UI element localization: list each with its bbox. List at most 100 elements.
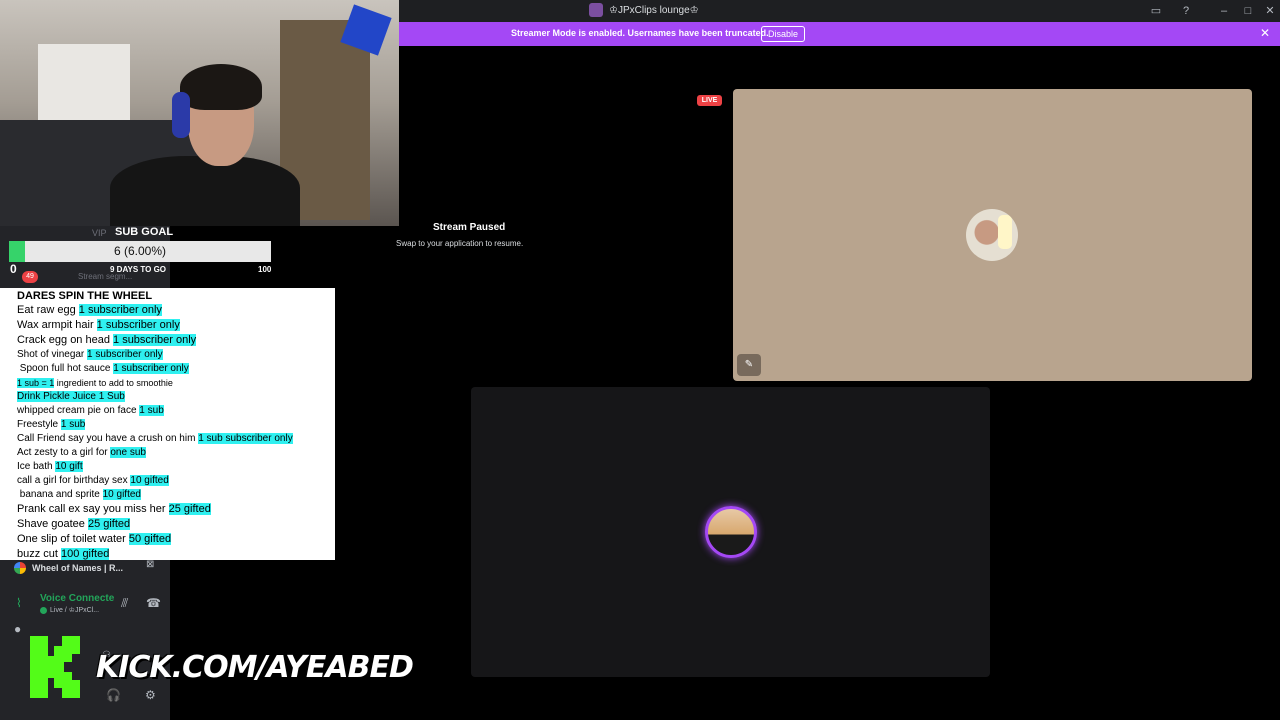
headphones-icon[interactable]: 🎧 <box>106 688 121 702</box>
window-titlebar: ♔JPxClips lounge♔ ▭ ? – □ ✕ <box>399 0 1280 22</box>
inbox-icon[interactable]: ▭ <box>1147 2 1165 20</box>
dare-text: Call Friend say you have a crush on him <box>17 433 199 444</box>
dare-item: Shot of vinegar 1 subscriber only <box>17 348 335 362</box>
stream-paused-subtitle: Swap to your application to resume. <box>396 239 524 248</box>
dare-tag: 1 sub = 1 <box>17 378 55 388</box>
dare-item: Crack egg on head 1 subscriber only <box>17 333 335 348</box>
dare-text: Freestyle <box>17 419 61 430</box>
dare-tag: 25 gifted <box>87 518 131 530</box>
speaking-user-avatar <box>705 506 757 558</box>
dare-text: banana and sprite <box>17 489 103 500</box>
dare-suffix: ingredient to add to smoothie <box>54 378 173 388</box>
dares-list: Eat raw egg 1 subscriber only Wax armpit … <box>17 303 335 562</box>
dare-item: Shave goatee 25 gifted <box>17 517 335 532</box>
webcam-person-hair <box>180 64 262 110</box>
voice-status: Voice Connecte <box>40 593 115 604</box>
dare-text: buzz cut <box>17 548 62 560</box>
dare-text: Act zesty to a girl for <box>17 447 111 458</box>
dare-item: Spoon full hot sauce 1 subscriber only <box>17 362 335 376</box>
mic-icon[interactable]: ✎ <box>737 354 761 376</box>
webcam-person-shirt <box>110 156 300 226</box>
dare-text: Shave goatee <box>17 518 88 530</box>
dare-tag: 1 sub <box>60 419 86 430</box>
dare-item: call a girl for birthday sex 10 gifted <box>17 474 335 488</box>
dare-item: Act zesty to a girl for one sub <box>17 446 335 460</box>
minimize-button[interactable]: – <box>1215 2 1233 20</box>
vip-label: VIP <box>92 228 107 238</box>
sub-goal-end: 100 <box>258 265 272 274</box>
kick-url: KICK.COM/AYEABED <box>96 650 414 685</box>
dare-item: Ice bath 10 gift <box>17 460 335 474</box>
dare-text: One slip of toilet water <box>17 533 129 545</box>
help-icon[interactable]: ? <box>1177 2 1195 20</box>
close-icon[interactable]: ✕ <box>1260 26 1270 40</box>
signal-icon: ⌇ <box>16 596 22 610</box>
dare-tag: 10 gift <box>55 461 83 472</box>
dare-text: Prank call ex say you miss her <box>17 503 169 515</box>
dare-text: Shot of vinegar <box>17 349 88 360</box>
wheel-of-names-tab[interactable]: Wheel of Names | R... <box>14 560 164 576</box>
voice-channel[interactable]: Live / ♔JPxCl... <box>40 606 99 614</box>
dare-tag: 100 gifted <box>61 548 110 560</box>
dare-tag: 50 gifted <box>128 533 172 545</box>
dare-text: call a girl for birthday sex <box>17 475 131 486</box>
dare-item: banana and sprite 10 gifted <box>17 488 335 502</box>
dare-text: Wax armpit hair <box>17 319 97 331</box>
dare-tag: Drink Pickle Juice 1 Sub <box>17 391 125 402</box>
voice-user-tile[interactable] <box>471 387 990 677</box>
sub-goal-start: 0 <box>10 262 17 276</box>
server-icon <box>589 3 603 17</box>
streamer-mode-banner: Streamer Mode is enabled. Usernames have… <box>399 22 1280 46</box>
dare-tag: 10 gifted <box>102 489 141 500</box>
wheel-tab-label: Wheel of Names | R... <box>32 563 124 573</box>
webcam-window <box>38 44 130 124</box>
stream-tile[interactable]: ✎ <box>733 89 1252 381</box>
dare-tag: 1 subscriber only <box>113 334 197 346</box>
voice-channel-label: Live / ♔JPxCl... <box>50 607 100 614</box>
dare-item: Eat raw egg 1 subscriber only <box>17 303 335 318</box>
live-dot <box>40 606 47 614</box>
dare-tag: 1 subscriber only <box>113 363 189 374</box>
streamer-webcam <box>0 0 399 226</box>
gear-icon[interactable]: ⚙ <box>145 688 156 702</box>
dare-tag: 10 gifted <box>130 475 169 486</box>
dare-tag: 1 subscriber only <box>87 349 163 360</box>
stream-segment-label: Stream segm... <box>78 272 133 281</box>
dares-title: DARES SPIN THE WHEEL <box>17 290 153 302</box>
dare-text: Spoon full hot sauce <box>17 363 114 374</box>
dare-text: Crack egg on head <box>17 334 114 346</box>
dare-item: One slip of toilet water 50 gifted <box>17 532 335 547</box>
noise-suppression-icon[interactable]: ⫻ <box>121 596 128 611</box>
sub-goal-title: SUB GOAL <box>115 226 174 238</box>
window-title: ♔JPxClips lounge♔ <box>609 4 699 16</box>
banner-text: Streamer Mode is enabled. Usernames have… <box>511 28 769 38</box>
webcam-headphones <box>172 92 190 138</box>
dare-tag: 1 sub <box>139 405 164 416</box>
close-window-button[interactable]: ✕ <box>1261 2 1279 20</box>
mention-badge: 49 <box>22 271 38 283</box>
avatar[interactable]: ● <box>14 622 21 636</box>
sub-goal-bar: 6 (6.00%) <box>9 241 271 262</box>
live-badge: LIVE <box>697 95 722 106</box>
dare-text: whipped cream pie on face <box>17 405 140 416</box>
dare-item: Freestyle 1 sub <box>17 418 335 432</box>
disable-streamer-mode-button[interactable]: Disable <box>761 26 806 42</box>
dare-tag: 1 sub subscriber only <box>198 433 293 444</box>
disconnect-icon[interactable]: ☎ <box>146 596 161 610</box>
dare-item: Drink Pickle Juice 1 Sub <box>17 390 335 404</box>
dares-panel: DARES SPIN THE WHEEL Eat raw egg 1 subsc… <box>0 288 335 560</box>
dare-item: Wax armpit hair 1 subscriber only <box>17 318 335 333</box>
dare-tag: 1 subscriber only <box>96 319 180 331</box>
stream-paused-title: Stream Paused <box>433 222 506 233</box>
dare-text: Ice bath <box>17 461 56 472</box>
dare-tag: one sub <box>110 447 146 458</box>
dare-tag: 1 subscriber only <box>78 304 162 316</box>
close-tab-icon[interactable]: ⊠ <box>146 559 154 570</box>
chrome-icon <box>14 562 26 574</box>
maximize-button[interactable]: □ <box>1239 2 1257 20</box>
dare-item: Prank call ex say you miss her 25 gifted <box>17 502 335 517</box>
streamer-avatar <box>966 209 1018 261</box>
kick-logo <box>30 636 80 698</box>
dare-item: 1 sub = 1 ingredient to add to smoothie <box>17 376 335 390</box>
dare-item: whipped cream pie on face 1 sub <box>17 404 335 418</box>
